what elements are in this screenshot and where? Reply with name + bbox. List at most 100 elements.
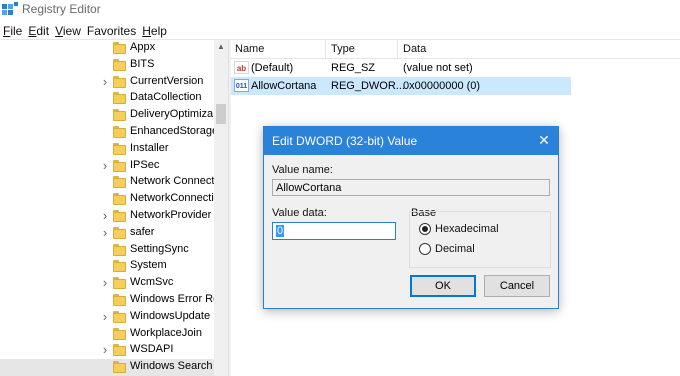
tree-item[interactable]: › WSDAPI [0, 342, 214, 359]
column-header-type[interactable]: Type [331, 43, 355, 55]
chevron-right-icon[interactable]: › [100, 343, 110, 356]
folder-icon [113, 193, 126, 206]
tree-item-label: DataCollection [130, 91, 202, 104]
folder-icon [113, 176, 126, 189]
tree-item[interactable]: › safer [0, 225, 214, 242]
folder-icon [113, 294, 126, 306]
close-icon[interactable]: ✕ [536, 132, 552, 148]
column-header-data[interactable]: Data [403, 43, 426, 55]
tree-item-label: System [130, 259, 167, 272]
list-row-allowcortana[interactable]: 011 AllowCortana REG_DWOR... 0x00000000 … [231, 77, 571, 95]
list-row-default[interactable]: ab (Default) REG_SZ (value not set) [231, 59, 571, 77]
tree-item[interactable]: DeliveryOptimiza [0, 107, 214, 124]
value-name: AllowCortana [251, 80, 317, 92]
menu-favorites[interactable]: Favorites [85, 22, 140, 40]
chevron-right-icon[interactable]: › [100, 276, 110, 289]
dword-value-icon: 011 [234, 79, 249, 92]
value-type: REG_SZ [331, 62, 376, 74]
scrollbar-thumb[interactable] [216, 104, 226, 124]
folder-icon [113, 109, 126, 122]
tree-item-label: NetworkProvider [130, 209, 212, 221]
folder-icon [113, 58, 126, 71]
tree-item-label: BITS [130, 57, 155, 70]
folder-icon [113, 42, 126, 54]
chevron-right-icon[interactable]: › [100, 209, 110, 222]
value-data: 0x00000000 (0) [403, 80, 481, 92]
chevron-right-icon[interactable]: › [100, 226, 110, 239]
string-value-icon: ab [234, 61, 249, 74]
tree-item-label: DeliveryOptimiza [130, 108, 214, 121]
tree-item[interactable]: › WindowsUpdate [0, 309, 214, 326]
registry-editor-icon [2, 2, 18, 15]
tree-item[interactable]: › WcmSvc [0, 275, 214, 292]
menu-bar: File Edit View Favorites Help [0, 22, 171, 40]
folder-icon [113, 92, 126, 105]
column-separator [397, 40, 398, 59]
tree-item[interactable]: Windows Error Re [0, 292, 219, 309]
tree-item-label: CurrentVersion [130, 74, 204, 87]
chevron-right-icon[interactable]: › [100, 75, 110, 88]
folder-icon [113, 310, 126, 323]
tree-item[interactable]: › IPSec [0, 158, 214, 175]
tree-item[interactable]: › NetworkProvider [0, 208, 214, 225]
tree-item-label: EnhancedStorage [130, 125, 219, 137]
tree-item[interactable]: BITS [0, 57, 214, 74]
chevron-right-icon[interactable]: › [100, 159, 110, 172]
menu-edit[interactable]: Edit [26, 22, 53, 40]
ok-button[interactable]: OK [410, 275, 476, 297]
tree-item-label: IPSec [130, 158, 160, 171]
chevron-right-icon[interactable]: › [100, 310, 110, 323]
folder-icon [113, 210, 126, 222]
folder-icon [113, 142, 126, 155]
dialog-title: Edit DWORD (32-bit) Value [272, 134, 418, 148]
hexadecimal-label[interactable]: Hexadecimal [435, 223, 499, 235]
menu-help[interactable]: Help [140, 22, 171, 40]
value-data-text: 0 [276, 225, 285, 237]
title-bar: Registry Editor [0, 0, 680, 20]
decimal-radio[interactable] [419, 243, 431, 255]
tree-item[interactable]: EnhancedStorage [0, 124, 218, 141]
value-name: (Default) [251, 62, 294, 74]
dialog-title-bar: Edit DWORD (32-bit) Value ✕ [264, 127, 558, 155]
value-name-field: AllowCortana [272, 179, 550, 196]
tree-item[interactable]: Windows Search [0, 359, 214, 376]
tree-item[interactable]: NetworkConnecti [0, 191, 214, 208]
scroll-up-arrow-icon[interactable]: ▲ [214, 40, 228, 54]
menu-file[interactable]: File [0, 22, 26, 40]
menu-view[interactable]: View [53, 22, 85, 40]
tree-item[interactable]: Appx [0, 40, 214, 57]
tree-item-label: safer [130, 225, 155, 238]
folder-icon [113, 344, 126, 357]
folder-icon [113, 75, 126, 88]
tree-item[interactable]: DataCollection [0, 90, 214, 107]
tree-item-label: Windows Search [130, 360, 213, 373]
folder-icon [113, 226, 126, 239]
tree-item-label: Appx [130, 41, 156, 53]
tree-item[interactable]: Network Connect [0, 174, 214, 191]
cancel-button[interactable]: Cancel [484, 275, 550, 297]
folder-icon [113, 277, 126, 290]
folder-icon [113, 126, 126, 138]
window-title: Registry Editor [22, 2, 101, 16]
column-header-name[interactable]: Name [235, 43, 264, 55]
base-group [409, 211, 551, 268]
tree-item[interactable]: SettingSync [0, 242, 214, 259]
value-data-input[interactable]: 0 [272, 222, 396, 240]
tree-item[interactable]: WorkplaceJoin [0, 326, 214, 343]
key-tree[interactable]: Appx BITS › CurrentVersion DataCollection Del… [0, 40, 228, 376]
edit-dword-dialog: Edit DWORD (32-bit) Value ✕ Value name: … [263, 126, 559, 309]
value-data-label: Value data: [272, 207, 327, 219]
tree-item-label: Network Connect [130, 175, 215, 188]
list-header: Name Type Data [231, 40, 680, 59]
tree-item-label: WcmSvc [130, 276, 174, 289]
hexadecimal-radio[interactable] [419, 223, 431, 235]
tree-item[interactable]: System [0, 258, 214, 275]
decimal-label[interactable]: Decimal [435, 243, 475, 255]
tree-scrollbar[interactable]: ▲ [214, 40, 228, 376]
tree-item[interactable]: › CurrentVersion [0, 74, 214, 91]
tree-item[interactable]: Installer [0, 141, 214, 158]
tree-item-label: WindowsUpdate [130, 309, 211, 322]
tree-item-label: WorkplaceJoin [130, 326, 202, 339]
folder-icon [113, 260, 126, 273]
folder-icon [113, 159, 126, 172]
